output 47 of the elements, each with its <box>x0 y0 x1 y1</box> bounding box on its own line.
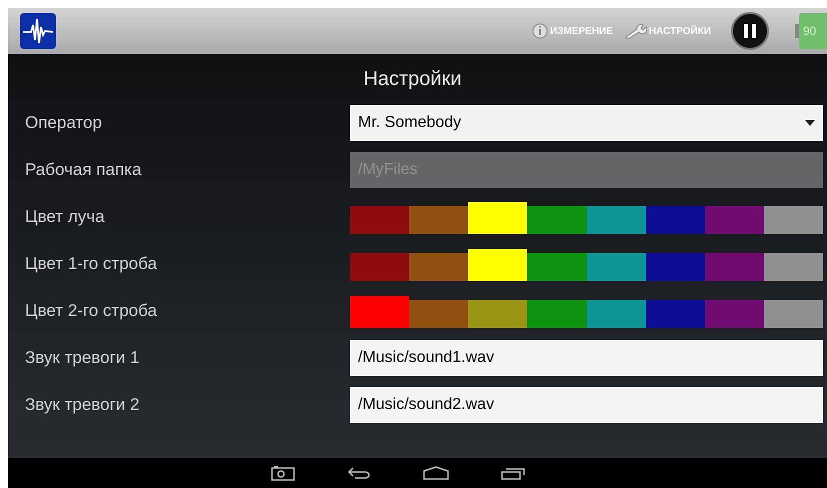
color-swatch[interactable] <box>586 206 646 234</box>
recent-apps-icon[interactable] <box>500 466 524 480</box>
color-swatch[interactable] <box>350 252 410 280</box>
color-swatch[interactable] <box>409 252 468 280</box>
dropdown-value: Mr. Somebody <box>358 112 462 132</box>
color-swatch[interactable] <box>527 252 586 280</box>
operator-dropdown[interactable]: Mr. Somebody <box>350 104 823 140</box>
caret-icon <box>805 120 815 126</box>
color-swatch[interactable] <box>527 300 586 328</box>
color-swatch[interactable] <box>646 252 705 280</box>
color-swatch[interactable] <box>704 300 764 328</box>
page-title: Настройки <box>362 67 463 92</box>
waveform-logo-icon[interactable] <box>20 13 56 49</box>
color-swatch[interactable] <box>409 206 468 234</box>
setting-label: Цвет 2-го строба <box>24 300 158 322</box>
home-icon[interactable] <box>422 466 448 480</box>
color-swatch[interactable] <box>704 206 764 234</box>
text-field[interactable]: /Music/sound1.wav <box>350 340 823 376</box>
back-icon[interactable] <box>346 466 370 480</box>
color-swatch[interactable] <box>350 206 410 234</box>
text-field[interactable]: /Music/sound2.wav <box>350 386 823 422</box>
color-swatch[interactable] <box>586 252 646 280</box>
color-swatch[interactable] <box>586 300 646 328</box>
wrench-icon <box>624 23 647 39</box>
pause-button[interactable] <box>731 12 769 50</box>
setting-label: Звук тревоги 2 <box>24 394 140 416</box>
color-swatch[interactable] <box>764 206 823 234</box>
color-swatch[interactable] <box>468 300 528 328</box>
color-swatch[interactable] <box>468 202 528 234</box>
setting-label: Оператор <box>24 112 103 134</box>
color-swatch[interactable] <box>646 206 705 234</box>
color-swatch[interactable] <box>646 300 705 328</box>
pause-icon <box>744 24 756 38</box>
color-swatch[interactable] <box>764 252 823 280</box>
setting-label: Цвет 1-го строба <box>24 252 158 275</box>
color-swatch[interactable] <box>409 300 468 328</box>
battery-indicator: 90 <box>799 13 827 49</box>
color-swatch[interactable] <box>704 252 764 280</box>
color-swatch[interactable] <box>764 300 823 328</box>
info-icon <box>532 23 548 39</box>
color-swatch[interactable] <box>350 296 410 328</box>
color-swatch[interactable] <box>468 248 528 280</box>
setting-label: Цвет луча <box>24 206 106 228</box>
camera-icon[interactable] <box>270 465 294 481</box>
color-swatch[interactable] <box>527 206 586 234</box>
setting-label: Звук тревоги 1 <box>24 346 140 369</box>
setting-label: Рабочая папка <box>24 158 142 181</box>
